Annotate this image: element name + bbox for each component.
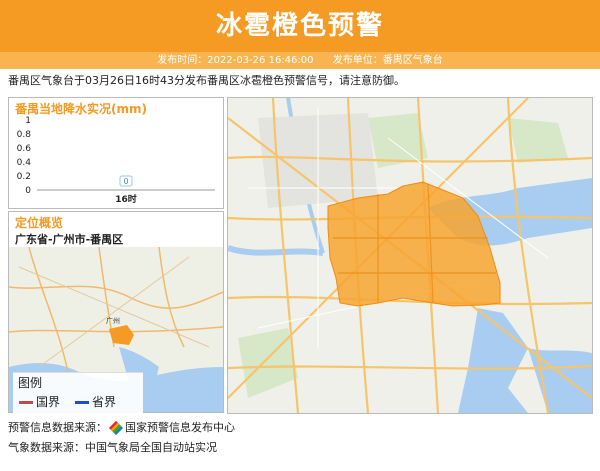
map-legend: 图例 国界 省界 [13,372,143,413]
y-tick-label: 0.4 [17,158,32,168]
legend-national-border: 国界 [19,393,60,410]
publish-time: 发布时间：2022-03-26 16:46:00 [157,55,314,66]
publisher: 发布单位：番禺区气象台 [332,55,443,66]
location-panel: 定位概览 广东省-广州市-番禺区 广州 图例 国界 省界 [8,211,224,413]
warning-map-canvas[interactable] [228,98,592,413]
warning-source-line: 预警信息数据来源： 国家预警信息发布中心 [8,419,235,436]
warning-source-value[interactable]: 国家预警信息发布中心 [125,421,235,434]
weather-source-line: 气象数据来源：中国气象局全国自动站实况 [8,441,217,454]
legend-label: 国界 [36,395,61,409]
legend-provincial-border: 省界 [75,393,116,410]
warning-map[interactable] [227,97,593,414]
header-bar: 冰雹橙色预警 [0,0,600,52]
x-tick-label: 16时 [115,193,137,205]
provincial-border-swatch [75,401,89,404]
location-title: 定位概览 [15,216,64,230]
source-logo-icon [108,420,124,436]
warning-description: 番禺区气象台于03月26日16时43分发布番禺区冰雹橙色预警信号，请注意防御。 [8,74,405,87]
y-tick-label: 0.2 [17,172,31,182]
page-title: 冰雹橙色预警 [215,11,384,41]
y-tick-label: 0.6 [17,144,32,154]
legend-title: 图例 [18,376,43,390]
rain-chart-panel: 番禺当地降水实况(mm) 1 0.8 0.6 0.4 0.2 0 0 16时 [8,97,224,209]
national-border-swatch [19,401,33,404]
y-tick-label: 0 [25,186,31,196]
region-name: 广东省-广州市-番禺区 [15,233,124,246]
y-tick-label: 0.8 [17,130,32,140]
rain-chart: 1 0.8 0.6 0.4 0.2 0 0 16时 [17,116,215,205]
legend-label: 省界 [92,395,117,409]
y-tick-label: 1 [25,116,31,126]
warning-source-label: 预警信息数据来源： [8,421,107,434]
svg-text:广州: 广州 [106,316,120,325]
data-label: 0 [123,177,128,186]
publish-info-bar: 发布时间：2022-03-26 16:46:00 发布单位：番禺区气象台 [0,52,600,69]
